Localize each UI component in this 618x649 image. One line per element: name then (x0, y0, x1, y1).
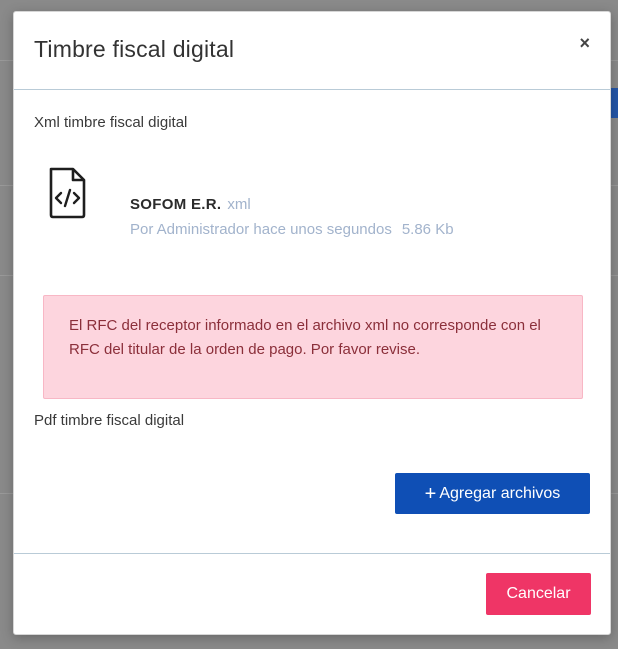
xml-section-label: Xml timbre fiscal digital (34, 114, 188, 131)
rfc-error-alert: El RFC del receptor informado en el arch… (43, 295, 583, 399)
file-name: SOFOM E.R. (130, 196, 222, 213)
modal-title: Timbre fiscal digital (34, 36, 235, 62)
cancel-button[interactable]: Cancelar (486, 573, 591, 615)
file-extension: xml (227, 196, 251, 213)
file-name-line: SOFOM E.R. xml (130, 196, 251, 213)
add-files-label: Agregar archivos (439, 484, 561, 502)
uploaded-file-item[interactable]: SOFOM E.R. xml Por Administrador hace uno… (44, 166, 564, 246)
modal-header: Timbre fiscal digital × (14, 12, 610, 90)
file-uploader-info: Por Administrador hace unos segundos (130, 221, 392, 238)
footer-divider (14, 553, 610, 554)
alert-message: El RFC del receptor informado en el arch… (69, 317, 541, 358)
close-icon[interactable]: × (579, 34, 590, 52)
file-meta: Por Administrador hace unos segundos 5.86… (130, 221, 454, 238)
timbre-fiscal-modal: Timbre fiscal digital × Xml timbre fisca… (13, 11, 611, 635)
add-files-button[interactable]: + Agregar archivos (395, 473, 590, 514)
code-file-icon (49, 167, 86, 219)
pdf-section-label: Pdf timbre fiscal digital (34, 412, 185, 429)
plus-icon: + (424, 482, 437, 505)
file-size: 5.86 Kb (401, 221, 454, 238)
